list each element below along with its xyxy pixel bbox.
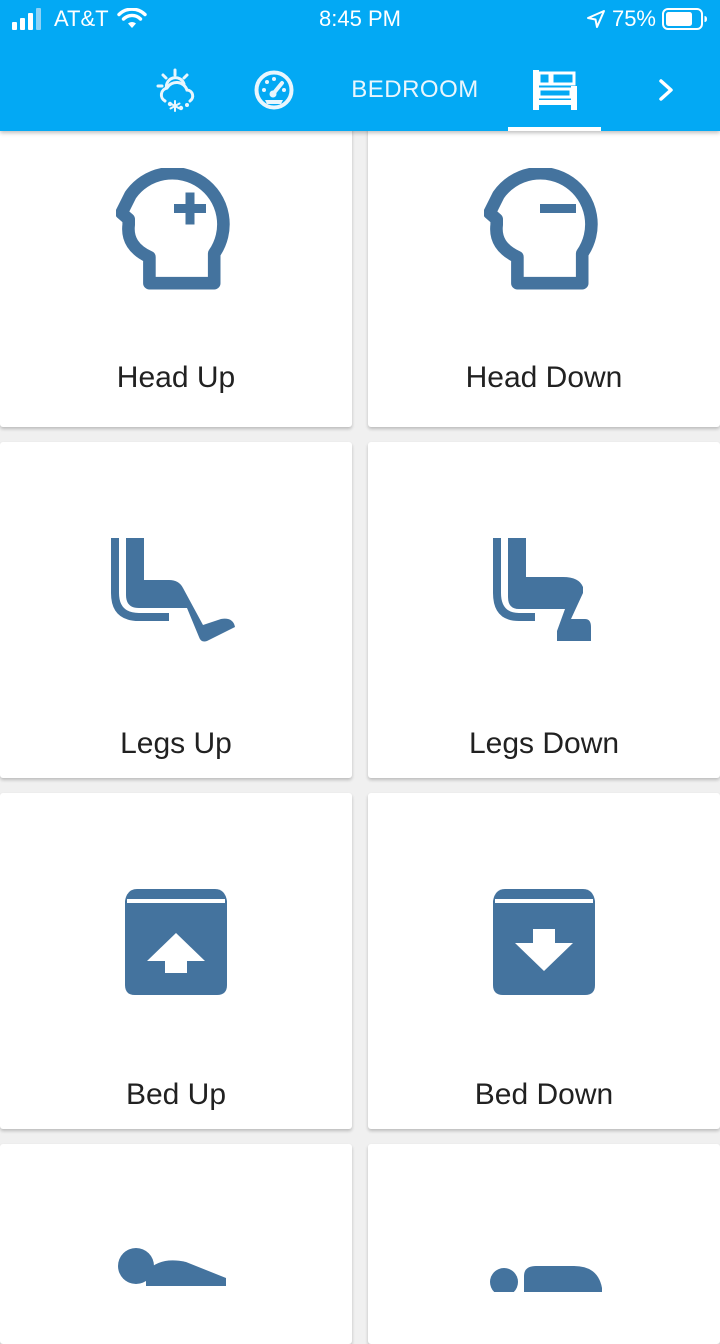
archive-arrow-up-icon — [125, 889, 227, 995]
bed-icon — [532, 69, 577, 110]
weather-partly-snowy-icon — [156, 68, 195, 112]
head-plus-icon — [116, 168, 230, 290]
head-down-label: Head Down — [465, 361, 623, 394]
archive-arrow-down-icon — [493, 889, 595, 995]
bed-up-button[interactable]: Bed Up — [0, 793, 352, 1129]
button-grid: Head Up Head Down Legs Up Legs Down Bed … — [0, 121, 720, 1344]
bed-up-label: Bed Up — [125, 1078, 227, 1111]
tab-next[interactable] — [640, 48, 692, 131]
head-minus-icon — [484, 168, 598, 290]
tab-bar: BEDROOM — [0, 48, 720, 131]
head-up-button[interactable]: Head Up — [0, 121, 352, 427]
tab-bedroom-label: BEDROOM — [351, 75, 479, 103]
legs-up-button[interactable]: Legs Up — [0, 442, 352, 778]
flat-button[interactable] — [0, 1144, 352, 1344]
seat-legroom-extra-icon — [111, 538, 235, 642]
bed-down-button[interactable]: Bed Down — [368, 793, 720, 1129]
speedometer-icon — [254, 70, 294, 109]
bed-outline-icon — [490, 1266, 602, 1292]
tab-bedroom[interactable]: BEDROOM — [335, 48, 495, 131]
bed-extra-button[interactable] — [368, 1144, 720, 1344]
seat-legroom-normal-icon — [493, 538, 591, 641]
tab-weather[interactable] — [145, 48, 207, 131]
battery-icon — [662, 8, 707, 30]
location-arrow-icon — [586, 10, 605, 28]
chevron-right-icon — [659, 78, 673, 101]
head-up-label: Head Up — [116, 361, 236, 394]
active-tab-indicator — [508, 127, 601, 131]
head-down-button[interactable]: Head Down — [368, 121, 720, 427]
legs-down-button[interactable]: Legs Down — [368, 442, 720, 778]
bed-down-label: Bed Down — [474, 1078, 614, 1111]
legs-down-label: Legs Down — [468, 727, 620, 760]
status-bar: AT&T 8:45 PM 75% — [0, 0, 720, 40]
tab-gauge[interactable] — [243, 48, 305, 131]
battery-percentage: 75% — [611, 6, 656, 31]
legs-up-label: Legs Up — [120, 727, 232, 760]
flat-person-icon — [118, 1248, 226, 1286]
tab-bed[interactable] — [508, 48, 601, 131]
app-header: AT&T 8:45 PM 75% BEDROOM — [0, 0, 720, 131]
